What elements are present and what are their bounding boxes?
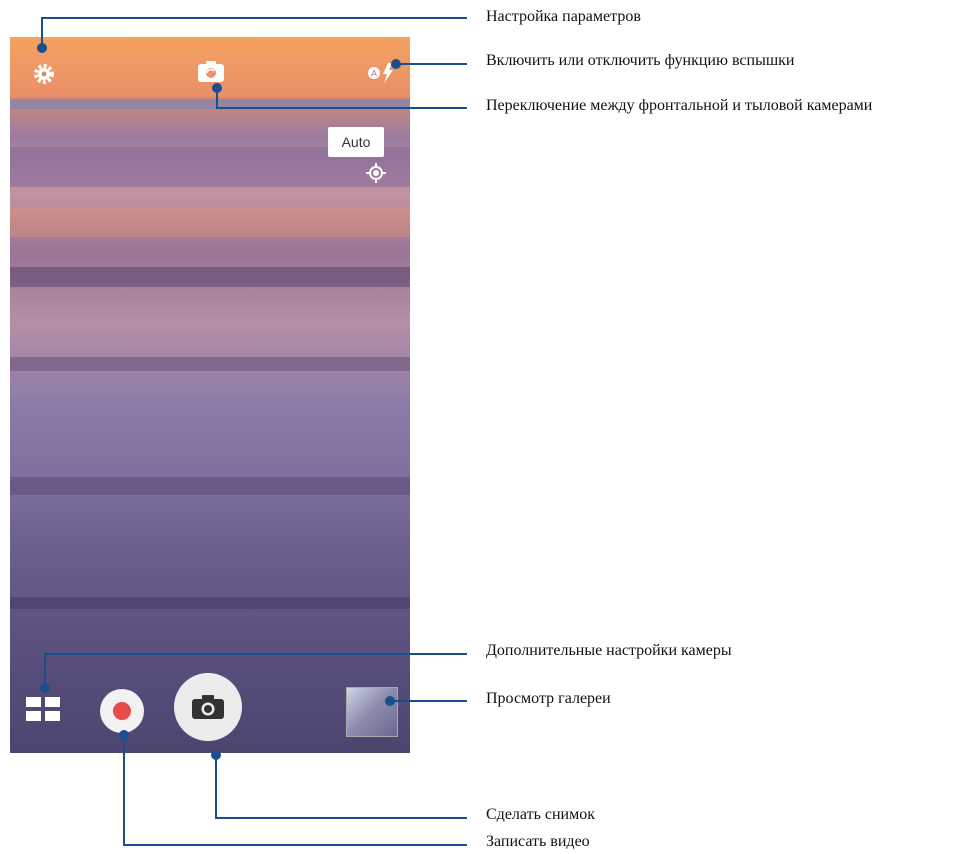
callout-take-photo: Сделать снимок	[486, 806, 595, 823]
callout-leader-lines	[37, 17, 467, 846]
callout-switch-camera: Переключение между фронтальной и тыловой…	[486, 97, 873, 114]
callout-more-settings: Дополнительные настройки камеры	[486, 642, 732, 659]
callout-record-video: Записать видео	[486, 833, 590, 850]
callout-flash: Включить или отключить функцию вспышки	[486, 52, 795, 69]
callout-settings: Настройка параметров	[486, 8, 641, 25]
callout-gallery: Просмотр галереи	[486, 690, 611, 707]
